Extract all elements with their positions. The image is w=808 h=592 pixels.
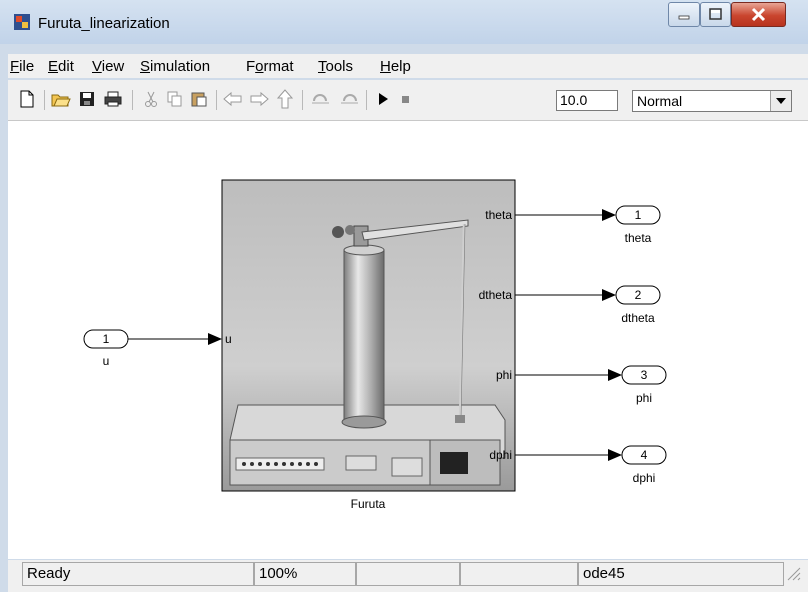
arrow-head xyxy=(602,289,616,301)
outport-name: dtheta xyxy=(621,311,655,325)
arrow-head xyxy=(208,333,222,345)
inport-number: 1 xyxy=(103,332,110,346)
outport-number: 2 xyxy=(635,288,642,302)
furuta-port-dphi: dphi xyxy=(489,448,512,462)
inport-name: u xyxy=(103,354,110,368)
furuta-subsystem-block[interactable] xyxy=(221,179,516,492)
outport-number: 1 xyxy=(635,208,642,222)
outport-dphi-block[interactable]: 4 xyxy=(621,445,667,465)
outport-name: theta xyxy=(625,231,652,245)
outport-phi-block[interactable]: 3 xyxy=(621,365,667,385)
status-bar: Ready 100% ode45 xyxy=(8,560,808,592)
arrow-head xyxy=(602,209,616,221)
outport-name: phi xyxy=(636,391,652,405)
resize-grip-icon[interactable] xyxy=(786,566,802,587)
status-state: Ready xyxy=(22,562,254,586)
inport-u-block[interactable]: 1 xyxy=(83,329,129,349)
status-empty-1 xyxy=(356,562,460,586)
outport-dtheta-block[interactable]: 2 xyxy=(615,285,661,305)
arrow-head xyxy=(608,369,622,381)
status-solver: ode45 xyxy=(578,562,784,586)
outport-number: 4 xyxy=(641,448,648,462)
arrow-head xyxy=(608,449,622,461)
furuta-port-dtheta: dtheta xyxy=(479,288,513,302)
application-window: Furuta_linearization File Edit View Simu… xyxy=(0,0,808,592)
status-zoom: 100% xyxy=(254,562,356,586)
outport-name: dphi xyxy=(633,471,656,485)
furuta-port-u: u xyxy=(225,332,232,346)
block-diagram: 1 u u theta dtheta phi dphi Furuta 1 the… xyxy=(83,179,667,511)
subsystem-name: Furuta xyxy=(351,497,386,511)
status-empty-2 xyxy=(460,562,578,586)
outport-theta-block[interactable]: 1 xyxy=(615,205,661,225)
furuta-port-theta: theta xyxy=(485,208,512,222)
furuta-port-phi: phi xyxy=(496,368,512,382)
outport-number: 3 xyxy=(641,368,648,382)
